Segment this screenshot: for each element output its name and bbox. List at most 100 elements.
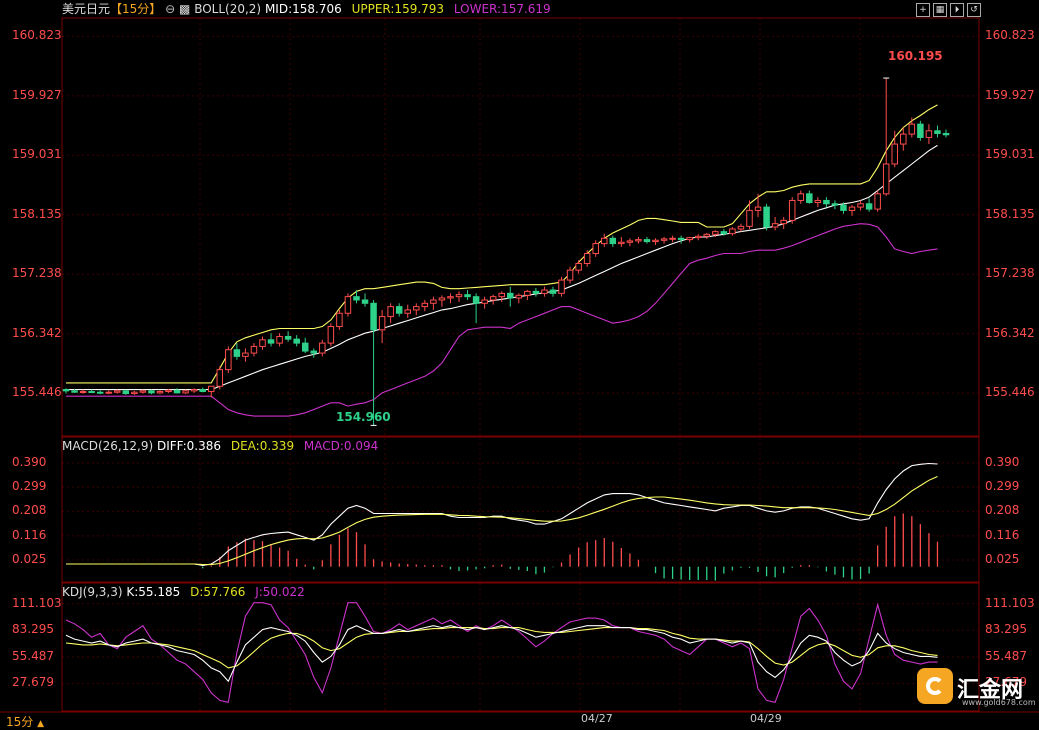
candle-body [148,390,155,394]
candle-body [284,335,292,340]
candle-body [609,237,617,245]
kdj-tick-label-left: 111.103 [12,595,62,610]
candle-body [549,289,557,294]
candle-body [114,390,121,393]
candle-body [182,390,189,394]
candle-body [891,143,898,165]
candle-body [139,390,147,393]
symbol-label: 美元日元 [62,2,111,16]
period-selector[interactable]: 15分 ▲ [6,713,44,730]
macd-tick-label-right: 0.116 [985,527,1020,542]
forward-icon[interactable]: ⏵ [950,3,964,17]
candle-body [190,389,198,392]
macd-diff-value: DIFF:0.386 [156,439,222,453]
candle-body [541,289,548,294]
candle-body [720,231,728,235]
candle-body [694,235,702,239]
candle-body [481,299,488,304]
candle-body [62,389,70,392]
candle-body [131,391,138,395]
candle-body [712,231,719,235]
price-tick-label-left: 159.927 [12,87,62,102]
candle-body [225,349,232,371]
add-icon[interactable]: + [916,3,930,17]
candle-body [532,290,540,294]
candle-body [404,309,411,314]
price-tick-label-right: 158.135 [985,206,1035,221]
candle-body [421,302,429,308]
candle-body [276,335,283,344]
candle-body [310,350,318,354]
price-tick-label-left: 160.823 [12,28,62,43]
candle-body [524,290,531,296]
kdj-tick-label-left: 55.487 [12,648,54,663]
candle-body [165,389,172,393]
candle-body [233,349,241,357]
candle-body [635,239,642,242]
candle-body [472,296,480,304]
candle-body [173,389,181,394]
macd-tick-label-left: 0.208 [12,503,47,518]
candle-body [754,206,762,211]
candle-body [122,390,130,395]
price-tick-label-right: 159.927 [985,87,1035,102]
candle-body [430,299,437,304]
kdj-tick-label-left: 83.295 [12,622,54,637]
macd-tick-label-right: 0.299 [985,479,1020,494]
candle-body [558,279,565,294]
candle-body [242,352,249,357]
price-tick-label-right: 156.342 [985,325,1035,340]
layout-icon[interactable]: ▦ [933,3,947,17]
boll-lower-value: LOWER:157.619 [453,2,551,16]
candle-body [814,199,822,203]
macd-tick-label-left: 0.390 [12,454,47,469]
candle-body [515,294,523,299]
kdj-k-value: K:55.185 [126,585,181,599]
candle-body [908,123,916,135]
macd-tick-label-right: 0.208 [985,503,1020,518]
candle-body [387,306,394,318]
candle-body [788,199,796,221]
candle-body [361,299,369,304]
candle-body [455,294,463,298]
candle-body [71,390,78,393]
date-label-2: 04/29 [750,712,782,725]
high-annotation: 160.195 [888,49,943,63]
candle-body [669,237,676,240]
candle-body [652,239,659,243]
candle-body [763,206,770,228]
candle-body [643,239,651,243]
candle-body [464,294,471,298]
candle-body [207,385,215,393]
candle-body [105,391,112,394]
price-tick-label-left: 155.446 [12,385,62,400]
candle-body [489,296,497,301]
kdj-tick-label-right: 83.295 [985,622,1027,637]
back-icon[interactable]: ↺ [967,3,981,17]
macd-tick-label-left: 0.025 [12,552,47,567]
candle-body [626,240,634,243]
candle-body [199,389,206,393]
chart-settings-icon[interactable]: ▩ [179,2,190,16]
candle-body [79,391,87,394]
kdj-tick-label-right: 111.103 [985,595,1035,610]
price-tick-label-left: 159.031 [12,147,62,162]
price-tick-label-right: 159.031 [985,147,1035,162]
price-tick-label-left: 158.135 [12,206,62,221]
candle-body [848,206,856,211]
candle-body [797,193,805,201]
candle-body [917,123,924,138]
macd-tick-label-left: 0.116 [12,527,47,542]
price-tick-label-right: 157.238 [985,266,1035,281]
macd-tick-label-right: 0.025 [985,552,1020,567]
price-tick-label-left: 157.238 [12,266,62,281]
candle-body [413,306,420,311]
candle-body [874,193,881,210]
candle-body [301,342,309,352]
candle-body [267,339,275,344]
candle-body [395,306,403,314]
candle-body [660,238,668,241]
period-label: 【15分】 [110,2,162,16]
candle-body [729,228,736,235]
dropdown-icon[interactable]: ⊖ [165,2,175,16]
